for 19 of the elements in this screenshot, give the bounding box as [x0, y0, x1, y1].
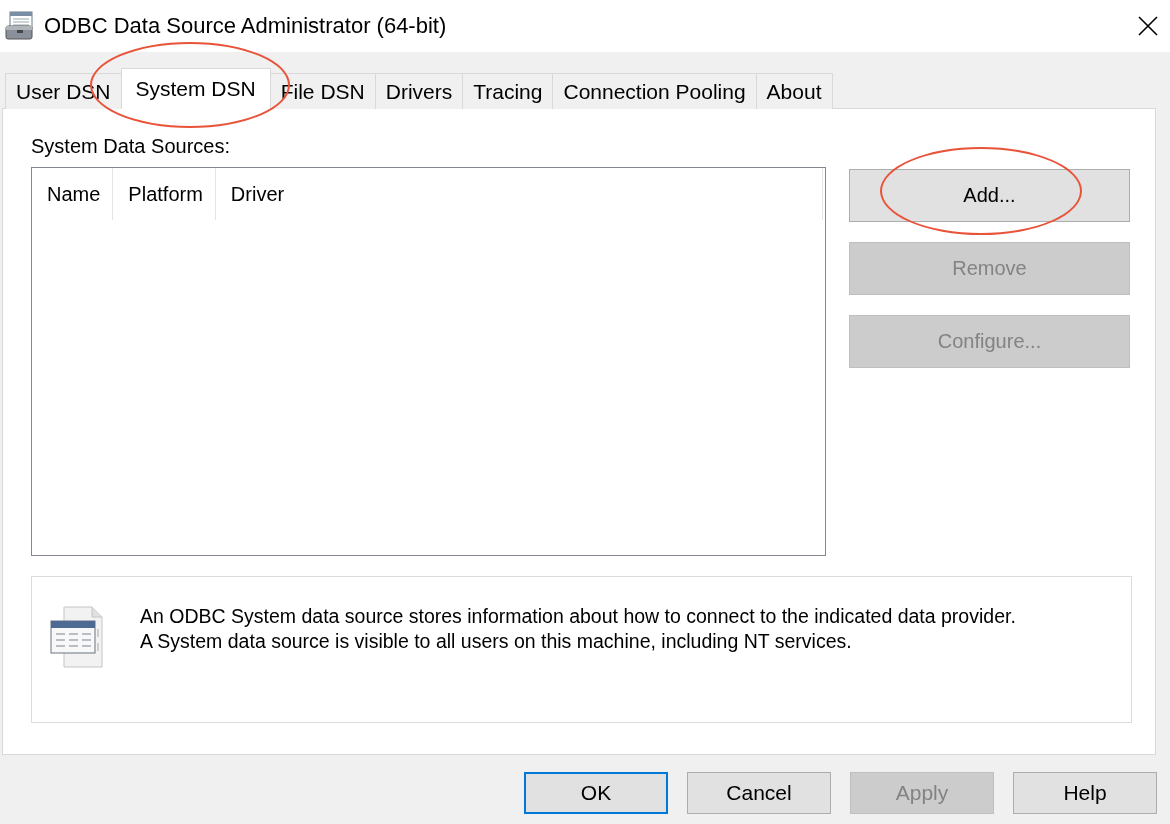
dialog-button[interactable]: Cancel [687, 772, 831, 814]
tab[interactable]: Drivers [374, 73, 464, 109]
toolbox-icon [4, 10, 36, 42]
tab[interactable]: Tracing [462, 73, 554, 109]
window-title: ODBC Data Source Administrator (64-bit) [44, 13, 448, 39]
info-text: An ODBC System data source stores information about how to connect to the indicated data provider. [140, 605, 1016, 628]
column-header[interactable]: Platform [113, 168, 216, 220]
tab[interactable]: System DSN [120, 68, 271, 109]
column-header[interactable]: Name [32, 168, 114, 220]
data-source-list[interactable]: Name Platform Driver [31, 167, 826, 556]
tab[interactable]: About [755, 73, 833, 109]
tab[interactable]: Connection Pooling [552, 73, 757, 109]
column-header[interactable]: Driver [215, 168, 297, 220]
action-button[interactable]: Add... [849, 169, 1130, 222]
dialog-button[interactable]: OK [524, 772, 668, 814]
close-icon[interactable] [1138, 16, 1158, 36]
list-label: System Data Sources: [31, 135, 231, 158]
info-text: A System data source is visible to all users on this machine, including NT services. [140, 630, 853, 653]
dialog-button[interactable]: Help [1013, 772, 1157, 814]
